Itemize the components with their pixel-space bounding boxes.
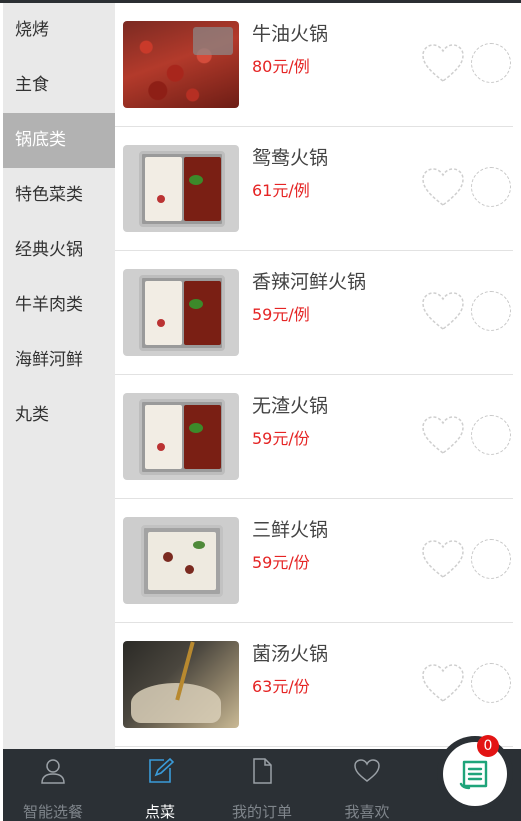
list-item[interactable]: 香辣河鲜火锅 59元/例 — [115, 251, 513, 375]
nav-label: 我的订单 — [231, 803, 292, 821]
category-balls[interactable]: 丸类 — [3, 388, 115, 443]
list-item[interactable]: 无渣火锅 59元/份 — [115, 375, 513, 499]
select-circle-icon[interactable] — [471, 43, 511, 83]
dish-name: 香辣河鲜火锅 — [252, 271, 367, 293]
list-item[interactable]: 三鲜火锅 59元/份 — [115, 499, 513, 623]
nav-label: 点菜 — [144, 803, 175, 821]
dish-image[interactable] — [123, 269, 239, 356]
dish-price: 59元/份 — [252, 553, 310, 572]
dish-price: 63元/份 — [252, 677, 310, 696]
favorite-heart-icon[interactable] — [420, 539, 466, 581]
nav-label: 智能选餐 — [22, 803, 83, 821]
category-beef-lamb[interactable]: 牛羊肉类 — [3, 278, 115, 333]
category-seafood[interactable]: 海鲜河鲜 — [3, 333, 115, 388]
dish-name: 菌汤火锅 — [252, 643, 329, 665]
dish-list: 牛油火锅 80元/例 鸳鸯火锅 61元/例 香辣河鲜火锅 59元/例 无渣火锅 … — [115, 3, 521, 749]
category-specialty[interactable]: 特色菜类 — [3, 168, 115, 223]
dish-name: 牛油火锅 — [252, 23, 329, 45]
category-classic-hotpot[interactable]: 经典火锅 — [3, 223, 115, 278]
document-icon — [253, 758, 272, 784]
select-circle-icon[interactable] — [471, 415, 511, 455]
dish-name: 无渣火锅 — [252, 395, 329, 417]
category-sidebar: 烧烤 主食 锅底类 特色菜类 经典火锅 牛羊肉类 海鲜河鲜 丸类 — [3, 3, 115, 749]
category-bbq[interactable]: 烧烤 — [3, 3, 115, 58]
dish-price: 59元/份 — [252, 429, 310, 448]
select-circle-icon[interactable] — [471, 291, 511, 331]
select-circle-icon[interactable] — [471, 663, 511, 703]
dish-image[interactable] — [123, 393, 239, 480]
nav-my-orders[interactable]: 我的订单 — [222, 749, 302, 821]
favorite-heart-icon[interactable] — [420, 291, 466, 333]
edit-icon — [149, 757, 174, 783]
heart-icon — [354, 759, 380, 782]
favorite-heart-icon[interactable] — [420, 43, 466, 85]
nav-label: 我喜欢 — [344, 803, 390, 821]
favorite-heart-icon[interactable] — [420, 167, 466, 209]
cart-button[interactable] — [437, 736, 513, 812]
list-item[interactable]: 牛油火锅 80元/例 — [115, 3, 513, 127]
dish-image[interactable] — [123, 145, 239, 232]
cart-list-icon — [459, 760, 488, 790]
favorite-heart-icon[interactable] — [420, 415, 466, 457]
dish-price: 80元/例 — [252, 57, 310, 76]
list-item[interactable]: 菌汤火锅 63元/份 — [115, 623, 513, 747]
nav-my-favorites[interactable]: 我喜欢 — [327, 749, 407, 821]
category-soup-base[interactable]: 锅底类 — [3, 113, 115, 168]
dish-price: 61元/例 — [252, 181, 310, 200]
category-staple[interactable]: 主食 — [3, 58, 115, 113]
dish-price: 59元/例 — [252, 305, 310, 324]
favorite-heart-icon[interactable] — [420, 663, 466, 705]
person-icon — [41, 759, 65, 784]
select-circle-icon[interactable] — [471, 167, 511, 207]
dish-image[interactable] — [123, 517, 239, 604]
cart-count-badge: 0 — [477, 735, 499, 757]
dish-image[interactable] — [123, 21, 239, 108]
nav-order-dishes[interactable]: 点菜 — [120, 749, 200, 821]
dish-name: 三鲜火锅 — [252, 519, 329, 541]
select-circle-icon[interactable] — [471, 539, 511, 579]
dish-name: 鸳鸯火锅 — [252, 147, 329, 169]
list-item[interactable]: 鸳鸯火锅 61元/例 — [115, 127, 513, 251]
nav-smart-select[interactable]: 智能选餐 — [13, 749, 93, 821]
dish-image[interactable] — [123, 641, 239, 728]
